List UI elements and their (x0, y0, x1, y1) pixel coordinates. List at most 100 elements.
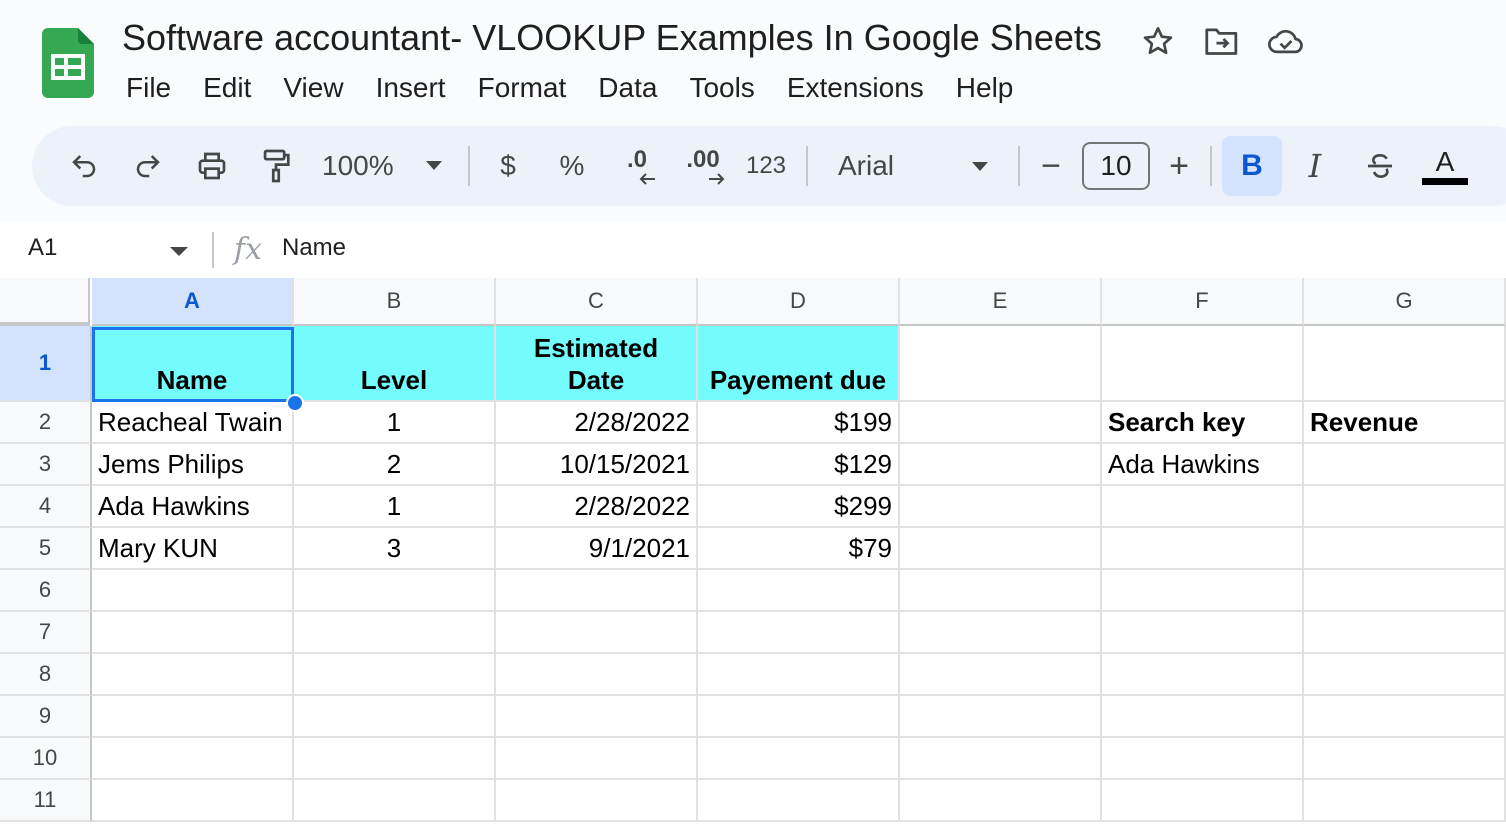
bold-button[interactable]: B (1222, 136, 1282, 196)
cell-g11[interactable] (1304, 780, 1506, 822)
row-header-11[interactable]: 11 (0, 780, 92, 822)
zoom-dropdown-icon[interactable] (420, 126, 448, 206)
cell-a8[interactable] (92, 654, 294, 696)
cell-c4[interactable]: 2/28/2022 (496, 486, 698, 528)
font-size-input[interactable]: 10 (1082, 142, 1150, 190)
cell-d4[interactable]: $299 (698, 486, 900, 528)
cell-g5[interactable] (1304, 528, 1506, 570)
cell-a4[interactable]: Ada Hawkins (92, 486, 294, 528)
paint-format-button[interactable] (254, 126, 298, 206)
cell-d8[interactable] (698, 654, 900, 696)
strikethrough-button[interactable] (1358, 126, 1402, 206)
italic-button[interactable]: I (1294, 126, 1336, 206)
row-header-9[interactable]: 9 (0, 696, 92, 738)
column-header-d[interactable]: D (698, 278, 900, 326)
cell-a2[interactable]: Reacheal Twain (92, 402, 294, 444)
cell-e1[interactable] (900, 326, 1102, 402)
cell-b10[interactable] (294, 738, 496, 780)
row-header-4[interactable]: 4 (0, 486, 92, 528)
cell-f7[interactable] (1102, 612, 1304, 654)
cell-b8[interactable] (294, 654, 496, 696)
cell-a11[interactable] (92, 780, 294, 822)
cell-g2[interactable]: Revenue (1304, 402, 1506, 444)
cell-d2[interactable]: $199 (698, 402, 900, 444)
undo-button[interactable] (62, 126, 106, 206)
star-icon[interactable] (1138, 22, 1178, 60)
cell-b2[interactable]: 1 (294, 402, 496, 444)
decrease-decimal-button[interactable]: .0 (614, 126, 660, 206)
cell-g8[interactable] (1304, 654, 1506, 696)
cell-b1[interactable]: Level (294, 326, 496, 402)
cell-f6[interactable] (1102, 570, 1304, 612)
column-header-c[interactable]: C (496, 278, 698, 326)
cell-b3[interactable]: 2 (294, 444, 496, 486)
cell-g10[interactable] (1304, 738, 1506, 780)
cell-a3[interactable]: Jems Philips (92, 444, 294, 486)
cell-a6[interactable] (92, 570, 294, 612)
increase-font-size-button[interactable]: + (1162, 126, 1196, 206)
cell-g3[interactable] (1304, 444, 1506, 486)
cell-f10[interactable] (1102, 738, 1304, 780)
redo-button[interactable] (126, 126, 170, 206)
cell-d10[interactable] (698, 738, 900, 780)
cell-c9[interactable] (496, 696, 698, 738)
cell-f5[interactable] (1102, 528, 1304, 570)
cell-g4[interactable] (1304, 486, 1506, 528)
zoom-select[interactable]: 100% (322, 126, 402, 206)
menu-data[interactable]: Data (582, 68, 673, 108)
increase-decimal-button[interactable]: .00 (678, 126, 728, 206)
cell-e3[interactable] (900, 444, 1102, 486)
fill-handle[interactable] (286, 394, 304, 412)
cell-c11[interactable] (496, 780, 698, 822)
menu-format[interactable]: Format (462, 68, 583, 108)
cell-e8[interactable] (900, 654, 1102, 696)
cell-c6[interactable] (496, 570, 698, 612)
row-header-6[interactable]: 6 (0, 570, 92, 612)
column-header-a[interactable]: A (92, 278, 294, 326)
cell-c5[interactable]: 9/1/2021 (496, 528, 698, 570)
menu-tools[interactable]: Tools (673, 68, 770, 108)
cell-b4[interactable]: 1 (294, 486, 496, 528)
currency-format-button[interactable]: $ (490, 126, 526, 206)
cell-g9[interactable] (1304, 696, 1506, 738)
decrease-font-size-button[interactable]: − (1034, 126, 1068, 206)
cell-e9[interactable] (900, 696, 1102, 738)
cell-f8[interactable] (1102, 654, 1304, 696)
move-folder-icon[interactable] (1202, 22, 1242, 60)
row-header-5[interactable]: 5 (0, 528, 92, 570)
cell-c3[interactable]: 10/15/2021 (496, 444, 698, 486)
cell-c7[interactable] (496, 612, 698, 654)
cell-d6[interactable] (698, 570, 900, 612)
font-family-select[interactable]: Arial (838, 126, 1008, 206)
cell-f3[interactable]: Ada Hawkins (1102, 444, 1304, 486)
cell-e10[interactable] (900, 738, 1102, 780)
more-formats-button[interactable]: 123 (744, 126, 788, 206)
cell-b7[interactable] (294, 612, 496, 654)
percent-format-button[interactable]: % (554, 126, 590, 206)
row-header-7[interactable]: 7 (0, 612, 92, 654)
cell-d1[interactable]: Payement due (698, 326, 900, 402)
cell-b6[interactable] (294, 570, 496, 612)
formula-input[interactable]: Name (282, 234, 346, 262)
row-header-1[interactable]: 1 (0, 326, 92, 402)
cell-f9[interactable] (1102, 696, 1304, 738)
cell-g1[interactable] (1304, 326, 1506, 402)
cell-g7[interactable] (1304, 612, 1506, 654)
cell-c1[interactable]: Estimated Date (496, 326, 698, 402)
row-header-10[interactable]: 10 (0, 738, 92, 780)
cell-c8[interactable] (496, 654, 698, 696)
cell-e11[interactable] (900, 780, 1102, 822)
text-color-button[interactable]: A (1422, 126, 1468, 206)
cell-f1[interactable] (1102, 326, 1304, 402)
cell-a5[interactable]: Mary KUN (92, 528, 294, 570)
cell-c10[interactable] (496, 738, 698, 780)
cell-e5[interactable] (900, 528, 1102, 570)
cell-e2[interactable] (900, 402, 1102, 444)
cloud-saved-icon[interactable] (1266, 22, 1306, 60)
cell-g6[interactable] (1304, 570, 1506, 612)
cell-e4[interactable] (900, 486, 1102, 528)
menu-insert[interactable]: Insert (360, 68, 462, 108)
menu-file[interactable]: File (110, 68, 187, 108)
sheets-logo-icon[interactable] (42, 28, 94, 98)
cell-b9[interactable] (294, 696, 496, 738)
